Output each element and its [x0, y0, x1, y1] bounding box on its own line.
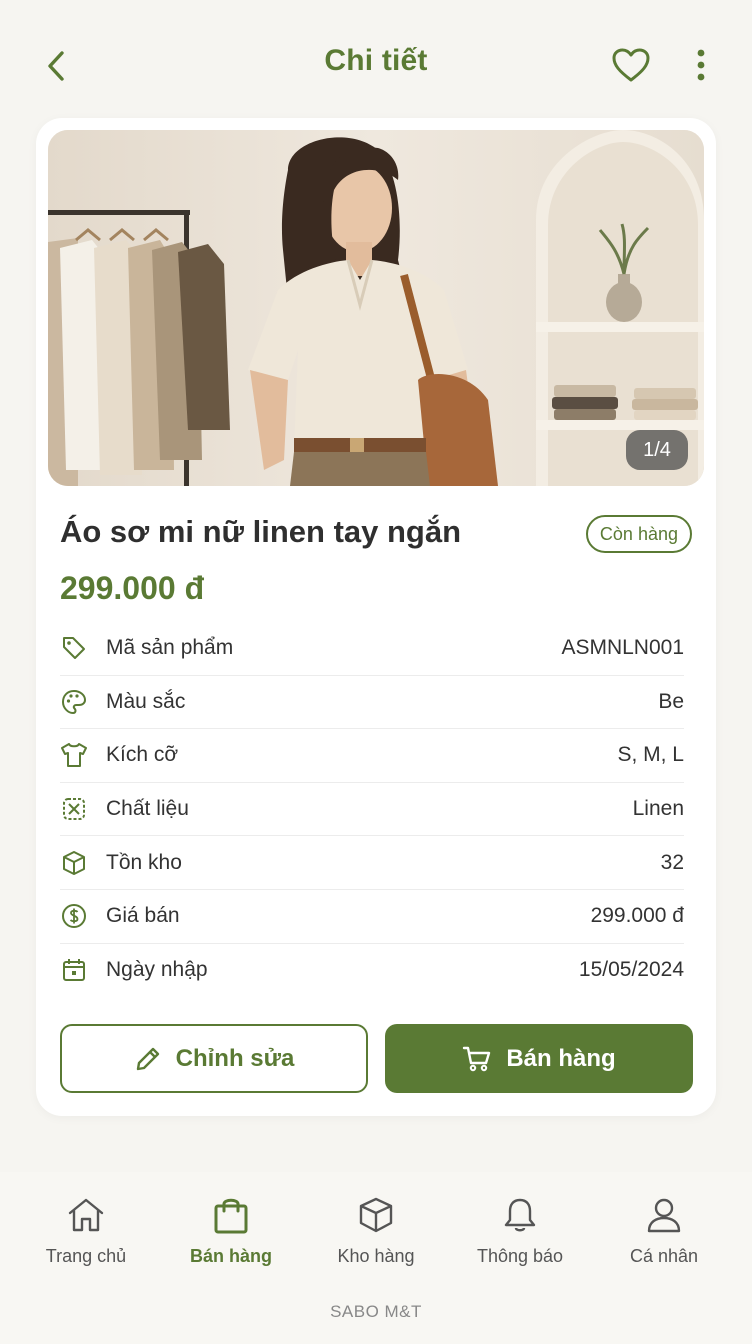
edit-button-label: Chỉnh sửa — [175, 1044, 295, 1072]
spec-label: Kích cỡ — [106, 743, 179, 767]
pencil-icon — [136, 1047, 159, 1070]
shopping-bag-icon — [211, 1194, 251, 1236]
spec-row-price: Giá bán 299.000 đ — [60, 890, 684, 944]
tag-icon — [60, 634, 88, 662]
spec-value: 32 — [660, 850, 684, 874]
fabric-icon — [60, 795, 88, 823]
image-counter: 1/4 — [626, 430, 688, 470]
spec-value: S, M, L — [617, 743, 684, 767]
product-name: Áo sơ mi nữ linen tay ngắn — [60, 514, 462, 549]
spec-label: Ngày nhập — [106, 958, 208, 982]
nav-label: Thông báo — [476, 1246, 564, 1266]
spec-label: Mã sản phẩm — [106, 636, 234, 660]
nav-item-inventory[interactable]: Kho hàng — [306, 1194, 446, 1274]
edit-button[interactable]: Chỉnh sửa — [60, 1024, 368, 1093]
spec-value: Linen — [632, 797, 684, 821]
product-card: 1/4 Áo sơ mi nữ linen tay ngắn Còn hàng … — [36, 118, 716, 1116]
footer-brand: SABO M&T — [330, 1302, 422, 1321]
nav-label: Bán hàng — [189, 1246, 272, 1266]
spec-label: Màu sắc — [106, 689, 186, 713]
sell-button[interactable]: Bán hàng — [385, 1024, 693, 1093]
product-price: 299.000 đ — [60, 570, 205, 606]
more-options-button[interactable] — [688, 44, 714, 86]
spec-label: Giá bán — [106, 904, 180, 928]
box-icon — [356, 1194, 396, 1236]
bell-icon — [500, 1194, 540, 1236]
sell-button-label: Bán hàng — [506, 1044, 616, 1072]
nav-item-notifications[interactable]: Thông báo — [450, 1194, 590, 1274]
nav-label: Trang chủ — [45, 1246, 127, 1266]
user-icon — [644, 1194, 684, 1236]
spec-label: Tồn kho — [106, 850, 182, 874]
cart-icon — [463, 1046, 491, 1071]
spec-label: Chất liệu — [106, 797, 189, 821]
nav-label: Kho hàng — [337, 1246, 415, 1266]
dollar-icon — [60, 902, 88, 930]
calendar-icon — [60, 956, 88, 984]
palette-icon — [60, 688, 88, 716]
nav-item-sales[interactable]: Bán hàng — [161, 1194, 301, 1274]
spec-row-stock: Tồn kho 32 — [60, 836, 684, 890]
heart-icon — [612, 48, 650, 82]
nav-item-profile[interactable]: Cá nhân — [594, 1194, 734, 1274]
top-bar: Chi tiết — [0, 0, 752, 120]
spec-value: ASMNLN001 — [561, 636, 684, 660]
spec-value: 15/05/2024 — [578, 958, 684, 982]
spec-row-color: Màu sắc Be — [60, 676, 684, 730]
spec-value: 299.000 đ — [590, 904, 684, 928]
spec-row-size: Kích cỡ S, M, L — [60, 729, 684, 783]
spec-row-material: Chất liệu Linen — [60, 783, 684, 837]
nav-label: Cá nhân — [629, 1246, 699, 1266]
product-image-gallery[interactable]: 1/4 — [48, 130, 704, 486]
home-icon — [66, 1194, 106, 1236]
spec-row-sku: Mã sản phẩm ASMNLN001 — [60, 622, 684, 676]
box-icon — [60, 849, 88, 877]
spec-row-import-date: Ngày nhập 15/05/2024 — [60, 944, 684, 998]
more-vertical-icon — [697, 49, 705, 81]
spec-list: Mã sản phẩm ASMNLN001 Màu sắc Be Kích cỡ… — [60, 622, 684, 997]
bottom-navigation: Trang chủ Bán hàng Kho hàng Thông báo Cá… — [0, 1172, 752, 1344]
stock-status-badge: Còn hàng — [585, 515, 692, 553]
product-photo — [48, 130, 704, 486]
spec-value: Be — [658, 689, 684, 713]
nav-item-home[interactable]: Trang chủ — [16, 1194, 156, 1274]
shirt-icon — [60, 741, 88, 769]
favorite-button[interactable] — [608, 44, 654, 86]
